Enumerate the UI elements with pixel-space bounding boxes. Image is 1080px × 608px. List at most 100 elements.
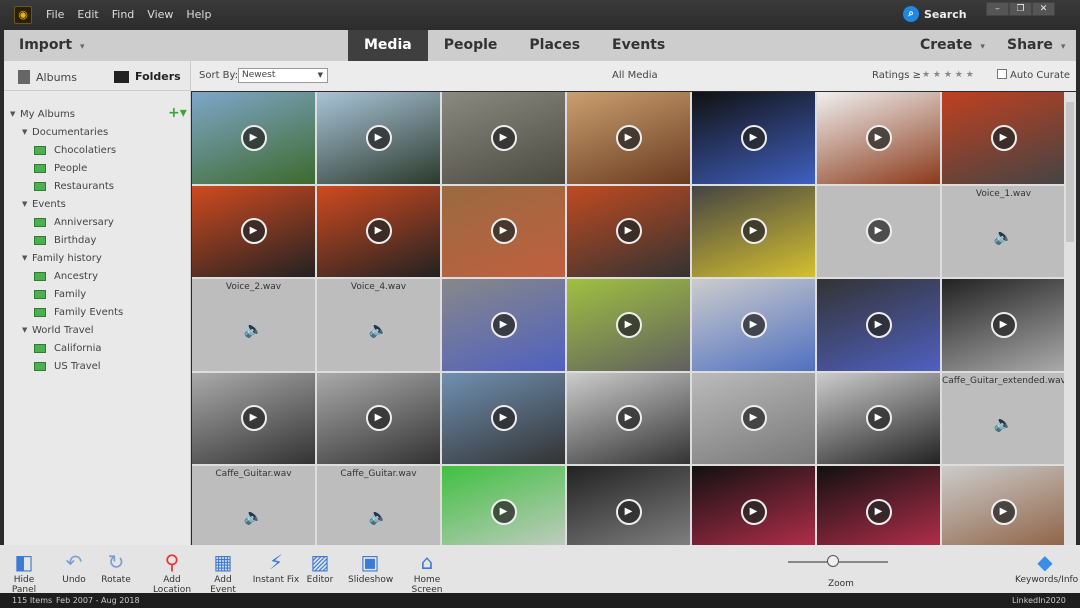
- video-thumbnail[interactable]: ▶: [692, 466, 815, 545]
- keywords-info-button[interactable]: ◆ Keywords/Info: [1015, 549, 1078, 585]
- album-group[interactable]: ▼ My Albums: [4, 105, 190, 123]
- audio-thumbnail[interactable]: Caffe_Guitar.wav 🔈: [192, 466, 315, 545]
- menu-view[interactable]: View: [147, 8, 173, 21]
- play-icon[interactable]: ▶: [490, 498, 517, 525]
- album-group[interactable]: ▼ Family history: [4, 249, 190, 267]
- play-icon[interactable]: ▶: [865, 498, 892, 525]
- play-icon[interactable]: ▶: [615, 124, 642, 151]
- tab-people[interactable]: People: [428, 30, 514, 61]
- play-icon[interactable]: ▶: [990, 311, 1017, 338]
- play-icon[interactable]: ▶: [615, 405, 642, 432]
- play-icon[interactable]: ▶: [865, 124, 892, 151]
- grid-scrollbar[interactable]: [1064, 92, 1076, 545]
- album-group[interactable]: ▼ Documentaries: [4, 123, 190, 141]
- audio-thumbnail[interactable]: Voice_1.wav 🔈: [942, 185, 1064, 277]
- play-icon[interactable]: ▶: [615, 218, 642, 245]
- editor-button[interactable]: ▨ Editor: [304, 549, 336, 585]
- album-group[interactable]: ▼ World Travel: [4, 321, 190, 339]
- play-icon[interactable]: ▶: [615, 498, 642, 525]
- album-item[interactable]: Chocolatiers: [4, 141, 190, 159]
- album-item[interactable]: Birthday: [4, 231, 190, 249]
- instant-fix-button[interactable]: ⚡ Instant Fix: [252, 549, 300, 585]
- auto-curate-checkbox[interactable]: [997, 69, 1007, 79]
- play-icon[interactable]: ▶: [365, 124, 392, 151]
- video-thumbnail[interactable]: ▶: [442, 92, 565, 184]
- play-icon[interactable]: ▶: [865, 405, 892, 432]
- video-thumbnail[interactable]: ▶: [817, 185, 940, 277]
- play-icon[interactable]: ▶: [490, 124, 517, 151]
- play-icon[interactable]: ▶: [490, 311, 517, 338]
- play-icon[interactable]: ▶: [740, 405, 767, 432]
- video-thumbnail[interactable]: ▶: [192, 92, 315, 184]
- tab-events[interactable]: Events: [596, 30, 681, 61]
- video-thumbnail[interactable]: ▶: [817, 372, 940, 464]
- share-button[interactable]: Share ▾: [1007, 37, 1065, 53]
- play-icon[interactable]: ▶: [240, 124, 267, 151]
- video-thumbnail[interactable]: ▶: [567, 279, 690, 371]
- video-thumbnail[interactable]: ▶: [942, 466, 1064, 545]
- hide-panel-button[interactable]: ◧ Hide Panel: [4, 549, 44, 595]
- expand-triangle-icon[interactable]: ▼: [10, 110, 20, 118]
- menu-help[interactable]: Help: [186, 8, 211, 21]
- minimize-button[interactable]: –: [986, 2, 1009, 16]
- video-thumbnail[interactable]: ▶: [442, 466, 565, 545]
- video-thumbnail[interactable]: ▶: [192, 185, 315, 277]
- album-item[interactable]: US Travel: [4, 357, 190, 375]
- play-icon[interactable]: ▶: [740, 311, 767, 338]
- video-thumbnail[interactable]: ▶: [817, 466, 940, 545]
- zoom-slider-knob[interactable]: [827, 555, 839, 567]
- expand-triangle-icon[interactable]: ▼: [22, 254, 32, 262]
- audio-thumbnail[interactable]: Caffe_Guitar_extended.wav 🔈: [942, 372, 1064, 464]
- create-button[interactable]: Create ▾: [920, 37, 985, 53]
- audio-thumbnail[interactable]: Caffe_Guitar.wav 🔈: [317, 466, 440, 545]
- add-album-button[interactable]: +▾: [168, 105, 187, 121]
- video-thumbnail[interactable]: ▶: [817, 279, 940, 371]
- expand-triangle-icon[interactable]: ▼: [22, 200, 32, 208]
- sort-select[interactable]: Newest ▼: [238, 68, 328, 83]
- album-item[interactable]: California: [4, 339, 190, 357]
- play-icon[interactable]: ▶: [740, 498, 767, 525]
- zoom-slider[interactable]: [788, 555, 888, 567]
- slideshow-button[interactable]: ▣ Slideshow: [348, 549, 393, 585]
- expand-triangle-icon[interactable]: ▼: [22, 326, 32, 334]
- video-thumbnail[interactable]: ▶: [317, 372, 440, 464]
- tab-media[interactable]: Media: [348, 30, 428, 61]
- undo-button[interactable]: ↶ Undo: [58, 549, 90, 585]
- album-group[interactable]: ▼ Events: [4, 195, 190, 213]
- video-thumbnail[interactable]: ▶: [567, 372, 690, 464]
- video-thumbnail[interactable]: ▶: [442, 372, 565, 464]
- video-thumbnail[interactable]: ▶: [317, 92, 440, 184]
- video-thumbnail[interactable]: ▶: [692, 185, 815, 277]
- play-icon[interactable]: ▶: [865, 218, 892, 245]
- video-thumbnail[interactable]: ▶: [692, 92, 815, 184]
- play-icon[interactable]: ▶: [990, 498, 1017, 525]
- rotate-button[interactable]: ↻ Rotate: [98, 549, 134, 585]
- play-icon[interactable]: ▶: [240, 405, 267, 432]
- video-thumbnail[interactable]: ▶: [442, 279, 565, 371]
- restore-button[interactable]: ❐: [1009, 2, 1032, 16]
- video-thumbnail[interactable]: ▶: [192, 372, 315, 464]
- play-icon[interactable]: ▶: [615, 311, 642, 338]
- video-thumbnail[interactable]: ▶: [442, 185, 565, 277]
- play-icon[interactable]: ▶: [865, 311, 892, 338]
- tab-albums[interactable]: Albums: [18, 70, 77, 84]
- video-thumbnail[interactable]: ▶: [567, 92, 690, 184]
- play-icon[interactable]: ▶: [365, 405, 392, 432]
- play-icon[interactable]: ▶: [740, 218, 767, 245]
- play-icon[interactable]: ▶: [490, 218, 517, 245]
- search-button[interactable]: ⌕ Search: [903, 6, 967, 22]
- album-item[interactable]: Family Events: [4, 303, 190, 321]
- scrollbar-thumb[interactable]: [1066, 102, 1074, 242]
- play-icon[interactable]: ▶: [490, 405, 517, 432]
- menu-file[interactable]: File: [46, 8, 64, 21]
- expand-triangle-icon[interactable]: ▼: [22, 128, 32, 136]
- video-thumbnail[interactable]: ▶: [942, 92, 1064, 184]
- home-screen-button[interactable]: ⌂ Home Screen: [400, 549, 454, 595]
- video-thumbnail[interactable]: ▶: [942, 279, 1064, 371]
- menu-find[interactable]: Find: [112, 8, 135, 21]
- audio-thumbnail[interactable]: Voice_4.wav 🔈: [317, 279, 440, 371]
- album-item[interactable]: Family: [4, 285, 190, 303]
- audio-thumbnail[interactable]: Voice_2.wav 🔈: [192, 279, 315, 371]
- play-icon[interactable]: ▶: [365, 218, 392, 245]
- album-item[interactable]: Anniversary: [4, 213, 190, 231]
